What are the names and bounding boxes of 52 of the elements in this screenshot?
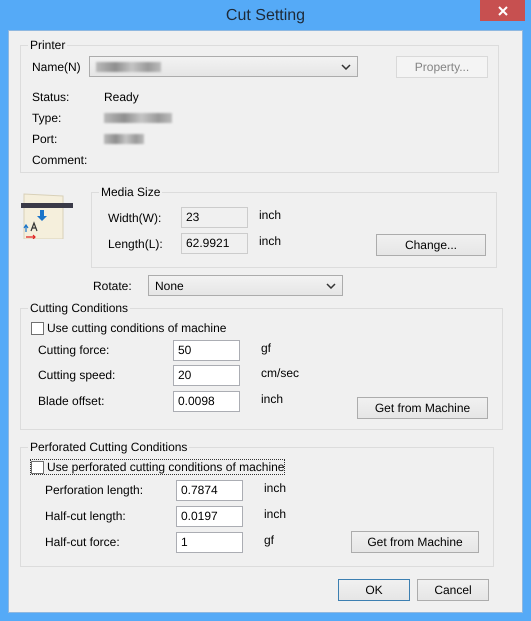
info-label: Status: <box>32 90 70 104</box>
media-icon <box>20 192 74 239</box>
field-label: Blade offset: <box>38 394 106 408</box>
checkbox[interactable]: Use perforated cutting conditions of machine <box>31 460 284 474</box>
input-field[interactable]: 62.9921 <box>181 233 248 254</box>
field-label: Half-cut force: <box>45 535 121 549</box>
info-value: Ready <box>104 90 139 104</box>
blurred-value <box>104 134 144 144</box>
unit-label: cm/sec <box>261 366 300 380</box>
dialog-button[interactable]: OK <box>338 579 410 601</box>
field-label: Perforation length: <box>45 483 144 497</box>
input-field[interactable]: 23 <box>181 207 248 228</box>
field-label: Rotate: <box>93 278 133 292</box>
input-field[interactable]: 1 <box>176 532 243 552</box>
field-label: Length(L): <box>108 236 164 250</box>
field-label: Name(N) <box>32 60 82 74</box>
change-button[interactable]: Change... <box>376 234 486 256</box>
get-from-machine-button[interactable]: Get from Machine <box>351 530 479 552</box>
printer-dropdown[interactable] <box>89 56 358 77</box>
input-field[interactable]: 0.7874 <box>176 480 243 500</box>
input-field[interactable]: 20 <box>173 364 240 386</box>
unit-label: inch <box>264 506 286 520</box>
unit-label: gf <box>264 532 274 546</box>
get-from-machine-button[interactable]: Get from Machine <box>357 396 488 418</box>
blurred-value <box>104 112 172 122</box>
window-title: Cut Setting <box>226 7 306 25</box>
unit-label: inch <box>264 480 286 494</box>
info-label: Port: <box>32 132 58 146</box>
group-legend: Perforated Cutting Conditions <box>28 440 190 454</box>
field-label: Cutting speed: <box>38 368 116 382</box>
checkbox[interactable]: Use cutting conditions of machine <box>31 321 226 335</box>
field-label: Cutting force: <box>38 343 110 357</box>
group-legend: Cutting Conditions <box>28 301 130 315</box>
info-label: Type: <box>32 110 62 124</box>
unit-label: gf <box>261 340 272 354</box>
input-field[interactable]: 0.0098 <box>173 390 240 412</box>
input-field[interactable]: 50 <box>173 340 240 360</box>
unit-label: inch <box>259 208 282 222</box>
rotate-dropdown[interactable]: None <box>148 275 343 296</box>
group-legend: Media Size <box>99 185 162 199</box>
unit-label: inch <box>261 392 284 406</box>
unit-label: inch <box>259 234 282 248</box>
dialog-button[interactable]: Cancel <box>417 579 489 601</box>
field-label: Width(W): <box>108 210 162 224</box>
info-label: Comment: <box>32 152 88 166</box>
field-label: Half-cut length: <box>45 509 127 523</box>
close-button[interactable] <box>480 0 525 21</box>
close-icon <box>498 6 508 16</box>
chevron-down-icon <box>326 282 336 288</box>
chevron-down-icon <box>341 64 351 70</box>
group-legend: Printer <box>28 38 68 52</box>
input-field[interactable]: 0.0197 <box>176 506 243 526</box>
